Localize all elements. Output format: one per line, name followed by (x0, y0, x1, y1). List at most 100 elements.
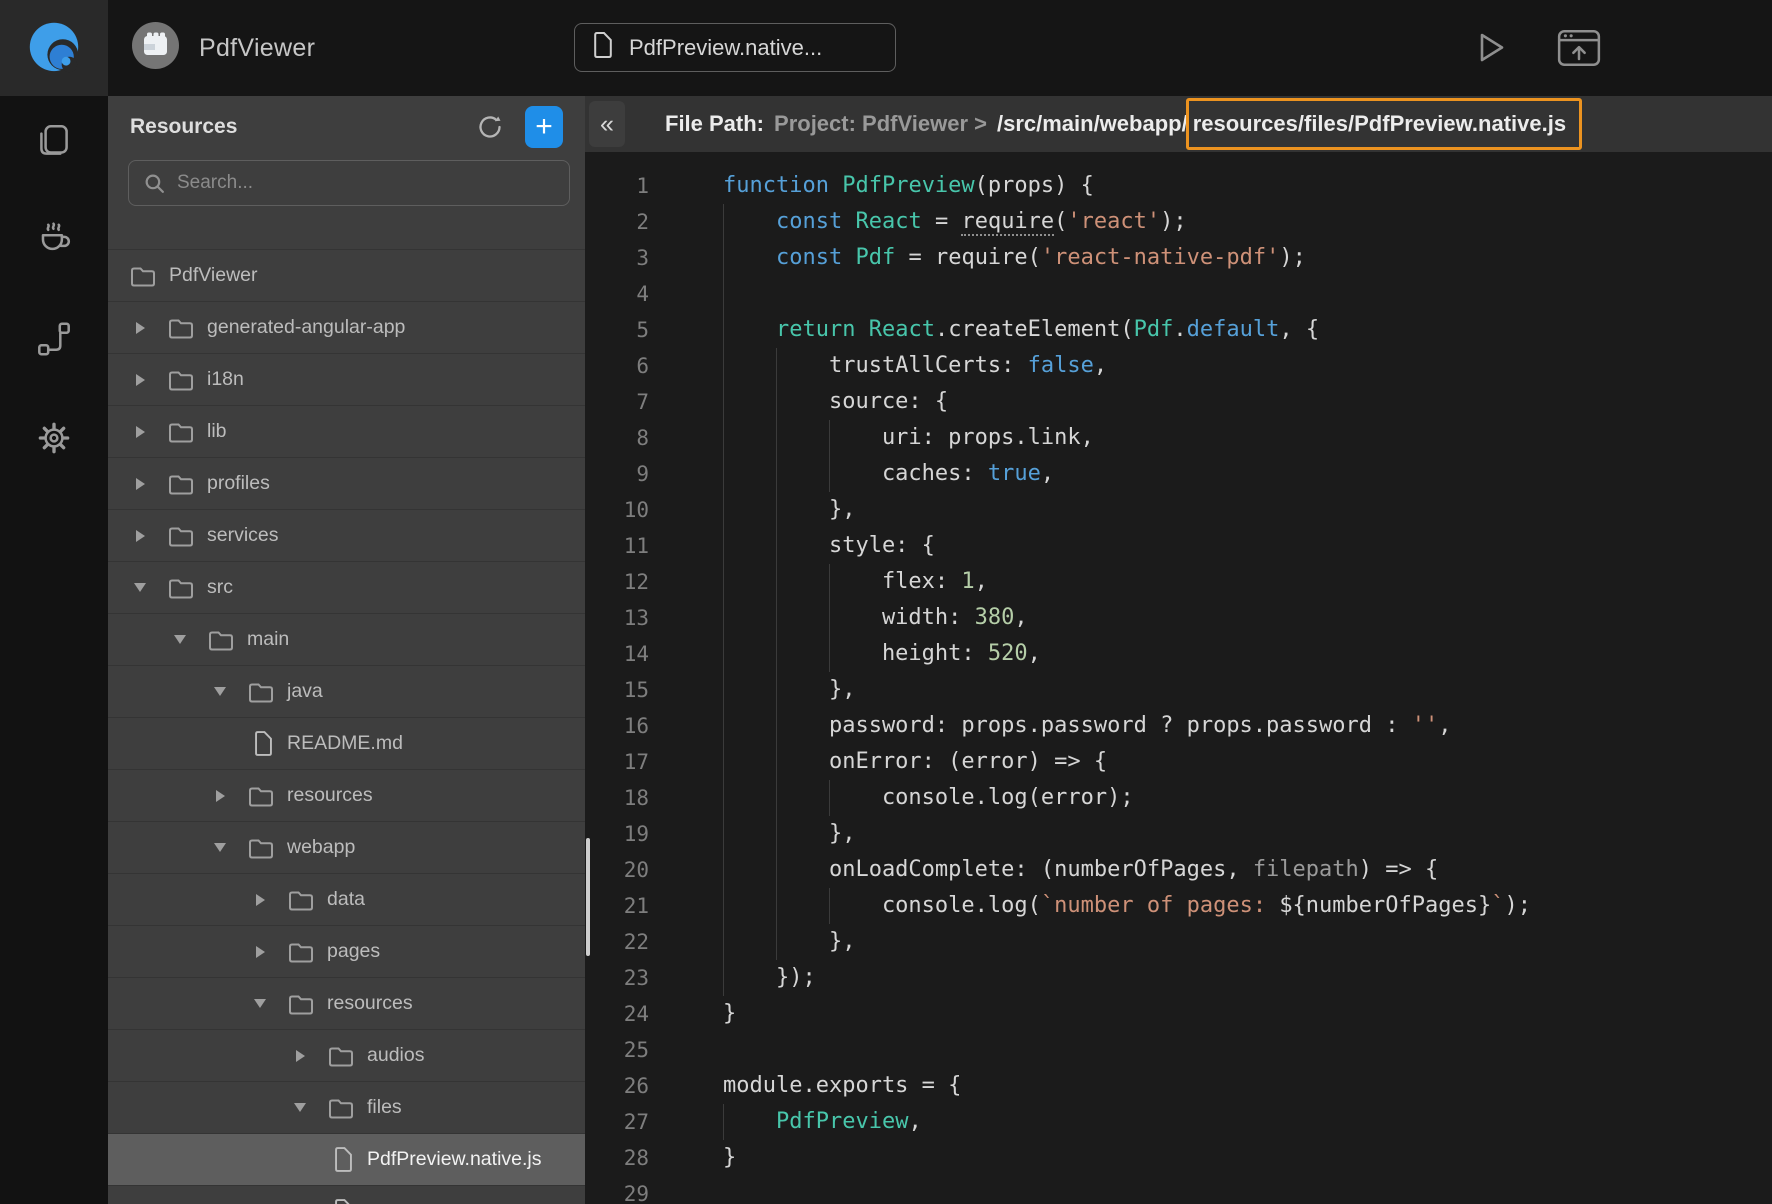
tree-item-main[interactable]: main (108, 613, 585, 665)
tree-item-pages[interactable]: pages (108, 925, 585, 977)
tree-item-files[interactable]: files (108, 1081, 585, 1133)
tree-item-README.md[interactable]: README.md (108, 717, 585, 769)
code-line: } (723, 1140, 1772, 1176)
code-line: height: 520, (723, 636, 1772, 672)
indent-guide (829, 888, 830, 924)
code-line: function PdfPreview(props) { (723, 168, 1772, 204)
tree-item-services[interactable]: services (108, 509, 585, 561)
indent-guide (723, 384, 724, 420)
chevron-right-icon[interactable] (133, 374, 147, 386)
tree-item-audios[interactable]: audios (108, 1029, 585, 1081)
code-line: } (723, 996, 1772, 1032)
tree-item-src[interactable]: src (108, 561, 585, 613)
file-path-label: File Path: (665, 111, 764, 137)
tree-item-partial[interactable] (108, 1185, 585, 1204)
add-plus-icon[interactable]: + (525, 106, 563, 148)
tree-item-profiles[interactable]: profiles (108, 457, 585, 509)
indent-guide (723, 888, 724, 924)
indent-guide (723, 744, 724, 780)
indent-guide (776, 492, 777, 528)
tree-item-PdfPreview.native.js[interactable]: PdfPreview.native.js (108, 1133, 585, 1185)
indent-guide (723, 600, 724, 636)
chevron-down-icon[interactable] (253, 999, 267, 1008)
coffee-icon[interactable] (31, 217, 77, 263)
tree-item-webapp[interactable]: webapp (108, 821, 585, 873)
code-line: console.log(error); (723, 780, 1772, 816)
tree-item-label: services (207, 524, 279, 547)
chevron-down-icon[interactable] (213, 687, 227, 696)
indent-guide (776, 852, 777, 888)
chevron-right-icon[interactable] (133, 478, 147, 490)
code-line: source: { (723, 384, 1772, 420)
pages-icon[interactable] (31, 118, 77, 164)
folder-icon (248, 681, 274, 703)
breadcrumb-path-highlighted: resources/files/PdfPreview.native.js (1186, 98, 1582, 150)
breadcrumb-bar: « File Path: Project: PdfViewer > /src/m… (585, 96, 1772, 152)
tree-item-PdfViewer[interactable]: PdfViewer (108, 249, 585, 301)
search-input[interactable] (177, 172, 569, 194)
line-number: 4 (585, 276, 665, 312)
indent-guide (723, 636, 724, 672)
chevron-right-icon[interactable] (133, 322, 147, 334)
top-bar: PdfViewer PdfPreview.native... (0, 0, 1772, 96)
indent-guide (776, 672, 777, 708)
line-number: 8 (585, 420, 665, 456)
folder-icon (168, 473, 194, 495)
line-number: 7 (585, 384, 665, 420)
line-number: 18 (585, 780, 665, 816)
tree-item-label: data (327, 888, 365, 911)
flow-connector-icon[interactable] (31, 316, 77, 362)
resources-panel: Resources + PdfViewergenerated-angular-a… (108, 96, 585, 1204)
code-line: password: props.password ? props.passwor… (723, 708, 1772, 744)
indent-guide (723, 276, 724, 312)
tree-item-resources[interactable]: resources (108, 977, 585, 1029)
breadcrumb-path: /src/main/webapp/ (997, 111, 1188, 137)
tree-item-label: src (207, 576, 233, 599)
tree-item-i18n[interactable]: i18n (108, 353, 585, 405)
code-line: }); (723, 960, 1772, 996)
chevron-down-icon[interactable] (213, 843, 227, 852)
chevron-right-icon[interactable] (253, 894, 267, 906)
line-number: 15 (585, 672, 665, 708)
open-in-browser-upload-icon[interactable] (1556, 25, 1602, 71)
chevron-right-icon[interactable] (253, 946, 267, 958)
chevron-down-icon[interactable] (293, 1103, 307, 1112)
tree-item-data[interactable]: data (108, 873, 585, 925)
tree-item-label: pages (327, 940, 380, 963)
refresh-icon[interactable] (473, 110, 507, 144)
chevron-right-icon[interactable] (133, 530, 147, 542)
collapse-panel-button[interactable]: « (589, 101, 625, 147)
code-line: onLoadComplete: (numberOfPages, filepath… (723, 852, 1772, 888)
folder-icon (248, 837, 274, 859)
chevron-right-icon[interactable] (293, 1050, 307, 1062)
indent-guide (723, 456, 724, 492)
code-line (723, 1176, 1772, 1204)
indent-guide (723, 528, 724, 564)
tree-item-java[interactable]: java (108, 665, 585, 717)
indent-guide (776, 708, 777, 744)
line-number: 2 (585, 204, 665, 240)
indent-guide (829, 420, 830, 456)
code-editor[interactable]: 1234567891011121314151617181920212223242… (585, 152, 1772, 1204)
tree-item-resources[interactable]: resources (108, 769, 585, 821)
line-number: 29 (585, 1176, 665, 1204)
chevron-down-icon[interactable] (173, 635, 187, 644)
chevron-right-icon[interactable] (213, 790, 227, 802)
file-icon (592, 31, 614, 64)
chevron-right-icon[interactable] (133, 426, 147, 438)
indent-guide (776, 420, 777, 456)
gear-icon[interactable] (31, 415, 77, 461)
tree-item-generated-angular-app[interactable]: generated-angular-app (108, 301, 585, 353)
tree-item-label: resources (287, 784, 373, 807)
indent-guide (723, 924, 724, 960)
file-icon (253, 730, 274, 757)
tree-scrollbar-thumb[interactable] (586, 838, 590, 956)
chevron-down-icon[interactable] (133, 583, 147, 592)
tree-item-lib[interactable]: lib (108, 405, 585, 457)
play-icon[interactable] (1468, 25, 1514, 71)
tree-item-label: webapp (287, 836, 355, 859)
tab-pdfpreview-native[interactable]: PdfPreview.native... (574, 23, 896, 72)
indent-guide (723, 1104, 724, 1140)
code-line: style: { (723, 528, 1772, 564)
code-area[interactable]: function PdfPreview(props) { const React… (665, 152, 1772, 1204)
